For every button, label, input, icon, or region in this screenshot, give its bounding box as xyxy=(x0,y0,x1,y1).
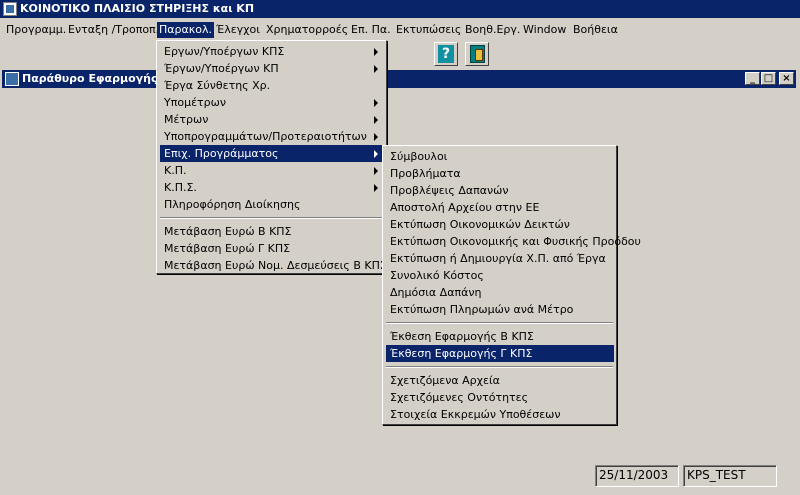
submenu-arrow-icon xyxy=(374,133,378,141)
menu-item-label: Επιχ. Προγράμματος xyxy=(164,147,279,160)
submenu-item-oikonomikon-deikton[interactable]: Εκτύπωση Οικονομικών Δεικτών xyxy=(386,216,614,233)
menu-item-label: Μετάβαση Ευρώ Β ΚΠΣ xyxy=(164,225,292,238)
menu-xrimatorroes[interactable]: Χρηματορροές xyxy=(264,22,350,38)
submenu-item-ekthesi-b[interactable]: Έκθεση Εφαρμογής Β ΚΠΣ xyxy=(386,328,614,345)
submenu-item-synoliko-kostos[interactable]: Συνολικό Κόστος xyxy=(386,267,614,284)
menu-entaxi[interactable]: Ενταξη /Τροποπ. xyxy=(66,22,161,38)
child-window-icon xyxy=(5,72,19,86)
menu-item-epix-programmatos[interactable]: Επιχ. Προγράμματος xyxy=(160,145,384,162)
submenu-item-pliromon-metro[interactable]: Εκτύπωση Πληρωμών ανά Μέτρο xyxy=(386,301,614,318)
menu-item-label: Έργα Σύνθετης Χρ. xyxy=(164,79,271,92)
menu-item-kp[interactable]: Κ.Π. xyxy=(160,162,384,179)
menu-item-label: Κ.Π.Σ. xyxy=(164,181,197,194)
submenu-item-dimosia-dapani[interactable]: Δημόσια Δαπάνη xyxy=(386,284,614,301)
menu-item-label: Εργων/Υποέργων ΚΠΣ xyxy=(164,45,285,58)
submenu-arrow-icon xyxy=(374,65,378,73)
app-icon xyxy=(3,2,17,16)
submenu-item-ekthesi-g[interactable]: Έκθεση Εφαρμογής Γ ΚΠΣ xyxy=(386,345,614,362)
exit-button[interactable] xyxy=(465,42,489,66)
submenu-arrow-icon xyxy=(374,150,378,158)
menu-item-pliroforisi[interactable]: Πληροφόρηση Διοίκησης xyxy=(160,196,384,213)
child-window-titlebar: Παράθυρο Εφαρμογής _ □ × xyxy=(2,70,796,88)
menu-item-label: Μετάβαση Ευρώ Γ ΚΠΣ xyxy=(164,242,291,255)
submenu-item-provlepseis[interactable]: Προβλέψεις Δαπανών xyxy=(386,182,614,199)
child-window-title: Παράθυρο Εφαρμογής xyxy=(22,72,158,85)
submenu-arrow-icon xyxy=(374,184,378,192)
menu-item-ypometron[interactable]: Υπομέτρων xyxy=(160,94,384,111)
maximize-button[interactable]: □ xyxy=(761,72,776,85)
menu-separator xyxy=(386,366,613,368)
submenu-item-provlimata[interactable]: Προβλήματα xyxy=(386,165,614,182)
menu-elegxoi[interactable]: Έλεγχοι xyxy=(214,22,262,38)
menu-ektyposeis[interactable]: Εκτυπώσεις xyxy=(394,22,463,38)
submenu-arrow-icon xyxy=(374,99,378,107)
menu-parakol[interactable]: Παρακολ. xyxy=(157,22,214,38)
help-button[interactable]: ? xyxy=(434,42,458,66)
submenu-arrow-icon xyxy=(374,167,378,175)
menu-item-label: Κ.Π. xyxy=(164,164,187,177)
close-button[interactable]: × xyxy=(779,72,794,85)
menu-item-label: Υποπρογραμμάτων/Προτεραιοτήτων xyxy=(164,130,367,143)
menu-voitheia[interactable]: Βοήθεια xyxy=(571,22,620,38)
menu-item-ypoprogrammaton[interactable]: Υποπρογραμμάτων/Προτεραιοτήτων xyxy=(160,128,384,145)
app-titlebar: ΚΟΙΝΟΤΙΚΟ ΠΛΑΙΣΙΟ ΣΤΗΡΙΞΗΣ και ΚΠ xyxy=(0,0,800,18)
help-icon: ? xyxy=(438,45,454,63)
menu-item-label: Υπομέτρων xyxy=(164,96,226,109)
submenu-item-dimiourgia-xp[interactable]: Εκτύπωση ή Δημιουργία Χ.Π. από Έργα xyxy=(386,250,614,267)
status-user: KPS_TEST xyxy=(683,465,777,487)
menu-item-erga-syntheths[interactable]: Έργα Σύνθετης Χρ. xyxy=(160,77,384,94)
submenu-item-sxetizomenes-ontotites[interactable]: Σχετιζόμενες Οντότητες xyxy=(386,389,614,406)
status-date: 25/11/2003 xyxy=(595,465,679,487)
menu-item-metron[interactable]: Μέτρων xyxy=(160,111,384,128)
menu-bar: Προγραμμ. Ενταξη /Τροποπ. Παρακολ. Έλεγχ… xyxy=(0,19,800,40)
submenu-arrow-icon xyxy=(374,48,378,56)
menu-item-kps[interactable]: Κ.Π.Σ. xyxy=(160,179,384,196)
submenu-item-apostoli[interactable]: Αποστολή Αρχείου στην ΕΕ xyxy=(386,199,614,216)
menu-ep-pa[interactable]: Επ. Πα. xyxy=(349,22,393,38)
menu-separator xyxy=(386,322,613,324)
menu-item-ergon-kps[interactable]: Εργων/Υποέργων ΚΠΣ xyxy=(160,43,384,60)
epix-submenu: Σύμβουλοι Προβλήματα Προβλέψεις Δαπανών … xyxy=(382,145,641,425)
menu-separator xyxy=(160,217,383,219)
submenu-item-sxetizomena-arxeia[interactable]: Σχετιζόμενα Αρχεία xyxy=(386,372,614,389)
menu-item-metavasi-b[interactable]: Μετάβαση Ευρώ Β ΚΠΣ xyxy=(160,223,384,240)
submenu-item-oikonomikis-proodou[interactable]: Εκτύπωση Οικονομικής και Φυσικής Προόδου xyxy=(386,233,641,250)
minimize-button[interactable]: _ xyxy=(745,72,760,85)
exit-door-icon xyxy=(470,45,485,63)
menu-item-metavasi-nom[interactable]: Μετάβαση Ευρώ Νομ. Δεσμεύσεις Β ΚΠΣ xyxy=(160,257,387,274)
menu-item-ergon-kp[interactable]: Έργων/Υποέργων ΚΠ xyxy=(160,60,384,77)
menu-item-label: Έργων/Υποέργων ΚΠ xyxy=(164,62,279,75)
menu-item-label: Μετάβαση Ευρώ Νομ. Δεσμεύσεις Β ΚΠΣ xyxy=(164,259,387,272)
menu-voith-erg[interactable]: Βοηθ.Εργ. xyxy=(463,22,522,38)
menu-programm[interactable]: Προγραμμ. xyxy=(4,22,68,38)
menu-item-label: Πληροφόρηση Διοίκησης xyxy=(164,198,301,211)
menu-window[interactable]: Window xyxy=(521,22,568,38)
submenu-arrow-icon xyxy=(374,116,378,124)
app-title: ΚΟΙΝΟΤΙΚΟ ΠΛΑΙΣΙΟ ΣΤΗΡΙΞΗΣ και ΚΠ xyxy=(20,2,255,15)
submenu-item-symvouloi[interactable]: Σύμβουλοι xyxy=(386,148,614,165)
parakol-menu: Εργων/Υποέργων ΚΠΣ Έργων/Υποέργων ΚΠ Έργ… xyxy=(156,40,387,274)
menu-item-metavasi-g[interactable]: Μετάβαση Ευρώ Γ ΚΠΣ xyxy=(160,240,384,257)
submenu-item-ekkremon-ypotheseon[interactable]: Στοιχεία Εκκρεμών Υποθέσεων xyxy=(386,406,614,423)
menu-item-label: Μέτρων xyxy=(164,113,209,126)
